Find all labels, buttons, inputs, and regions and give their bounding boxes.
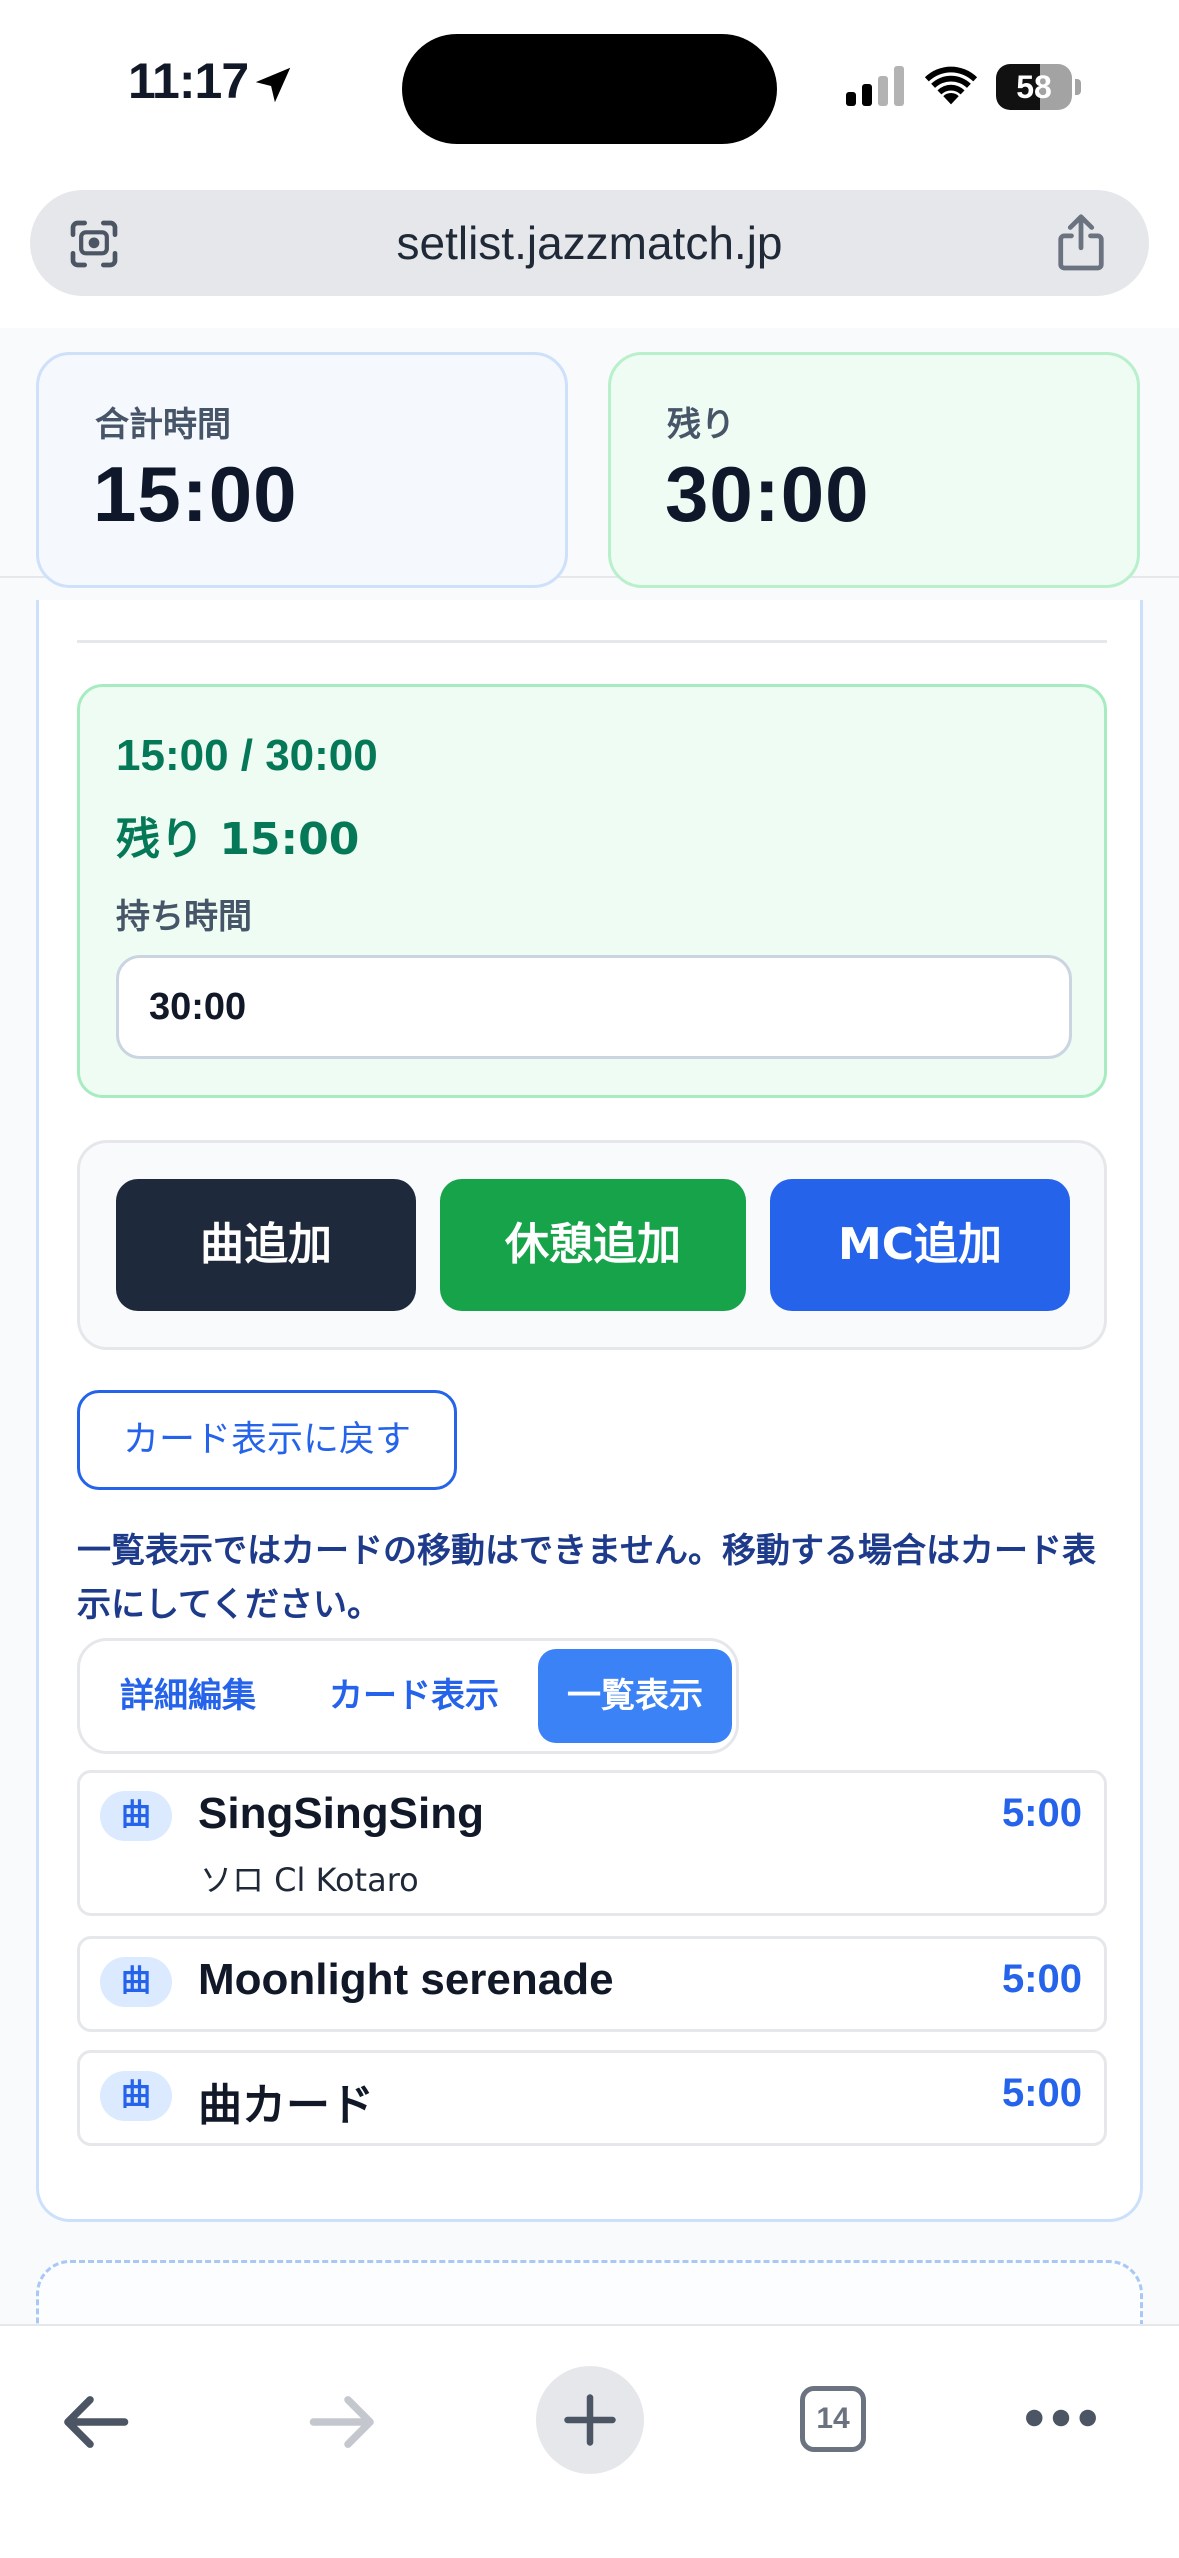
forward-arrow-icon[interactable] (306, 2392, 380, 2452)
status-time: 11:17 (128, 53, 249, 109)
battery-percentage: 58 (1016, 69, 1052, 105)
browser-toolbar: 14 (0, 2324, 1179, 2558)
setlist-row[interactable]: 曲 SingSingSing ソロ Cl Kotaro 5:00 (77, 1770, 1107, 1916)
song-duration: 5:00 (1001, 1957, 1082, 2001)
tab-detail-edit[interactable]: 詳細編集 (90, 1649, 286, 1743)
remaining-time-card: 残り 30:00 (608, 352, 1140, 588)
share-icon[interactable] (1052, 212, 1110, 274)
add-buttons-group: 曲追加 休憩追加 MC追加 (77, 1140, 1107, 1350)
battery-icon: 58 (996, 64, 1082, 110)
total-time-label: 合計時間 (95, 405, 231, 445)
allotted-time-input[interactable]: 30:00 (116, 955, 1072, 1059)
setlist-panel: 15:00 / 30:00 残り 15:00 持ち時間 30:00 曲追加 休憩… (36, 600, 1143, 2222)
song-duration: 5:00 (1001, 2071, 1082, 2115)
song-badge: 曲 (100, 2071, 172, 2121)
song-title: SingSingSing (198, 1789, 484, 1838)
add-break-button[interactable]: 休憩追加 (440, 1179, 746, 1311)
plus-icon (564, 2394, 616, 2446)
back-arrow-icon[interactable] (58, 2392, 132, 2452)
new-tab-button[interactable] (536, 2366, 644, 2474)
tab-list-view[interactable]: 一覧表示 (538, 1649, 732, 1743)
address-bar[interactable]: setlist.jazzmatch.jp (30, 190, 1149, 296)
more-icon[interactable] (1024, 2406, 1098, 2430)
song-badge: 曲 (100, 1791, 172, 1841)
view-mode-tabs: 詳細編集 カード表示 一覧表示 (77, 1638, 739, 1754)
remaining-time-label: 残り (667, 405, 735, 445)
tab-card-view[interactable]: カード表示 (302, 1649, 526, 1743)
allotted-time-label: 持ち時間 (116, 897, 252, 937)
divider (77, 640, 1107, 643)
setlist-row[interactable]: 曲 Moonlight serenade 5:00 (77, 1936, 1107, 2032)
song-subtitle: ソロ Cl Kotaro (200, 1861, 419, 1899)
setlist-row[interactable]: 曲 曲カード 5:00 (77, 2050, 1107, 2146)
remaining-time-value: 30:00 (665, 450, 870, 538)
total-time-value: 15:00 (93, 450, 298, 538)
song-title: 曲カード (198, 2081, 374, 2130)
song-duration: 5:00 (1001, 1791, 1082, 1835)
tabs-icon[interactable]: 14 (800, 2386, 866, 2452)
back-to-card-view-button[interactable]: カード表示に戻す (77, 1390, 457, 1490)
status-bar: 11:17 58 (0, 0, 1179, 170)
list-view-notice: 一覧表示ではカードの移動はできません。移動する場合はカード表示にしてください。 (77, 1531, 1096, 1625)
add-setlist-dropzone[interactable] (36, 2260, 1143, 2324)
add-song-button[interactable]: 曲追加 (116, 1179, 416, 1311)
dynamic-island (402, 34, 777, 144)
time-ratio: 15:00 / 30:00 (116, 731, 378, 780)
add-mc-button[interactable]: MC追加 (770, 1179, 1070, 1311)
page-content: 15:00 / 30:00 残り 15:00 持ち時間 30:00 曲追加 休憩… (0, 328, 1179, 2324)
time-remaining: 残り 15:00 (116, 814, 360, 865)
location-arrow-icon (255, 67, 291, 103)
url-text[interactable]: setlist.jazzmatch.jp (30, 190, 1149, 296)
wifi-icon (924, 66, 978, 105)
song-title: Moonlight serenade (198, 1955, 614, 2004)
song-badge: 曲 (100, 1957, 172, 2007)
cellular-signal-icon (846, 66, 904, 106)
time-summary-box: 15:00 / 30:00 残り 15:00 持ち時間 30:00 (77, 684, 1107, 1098)
total-time-card: 合計時間 15:00 (36, 352, 568, 588)
